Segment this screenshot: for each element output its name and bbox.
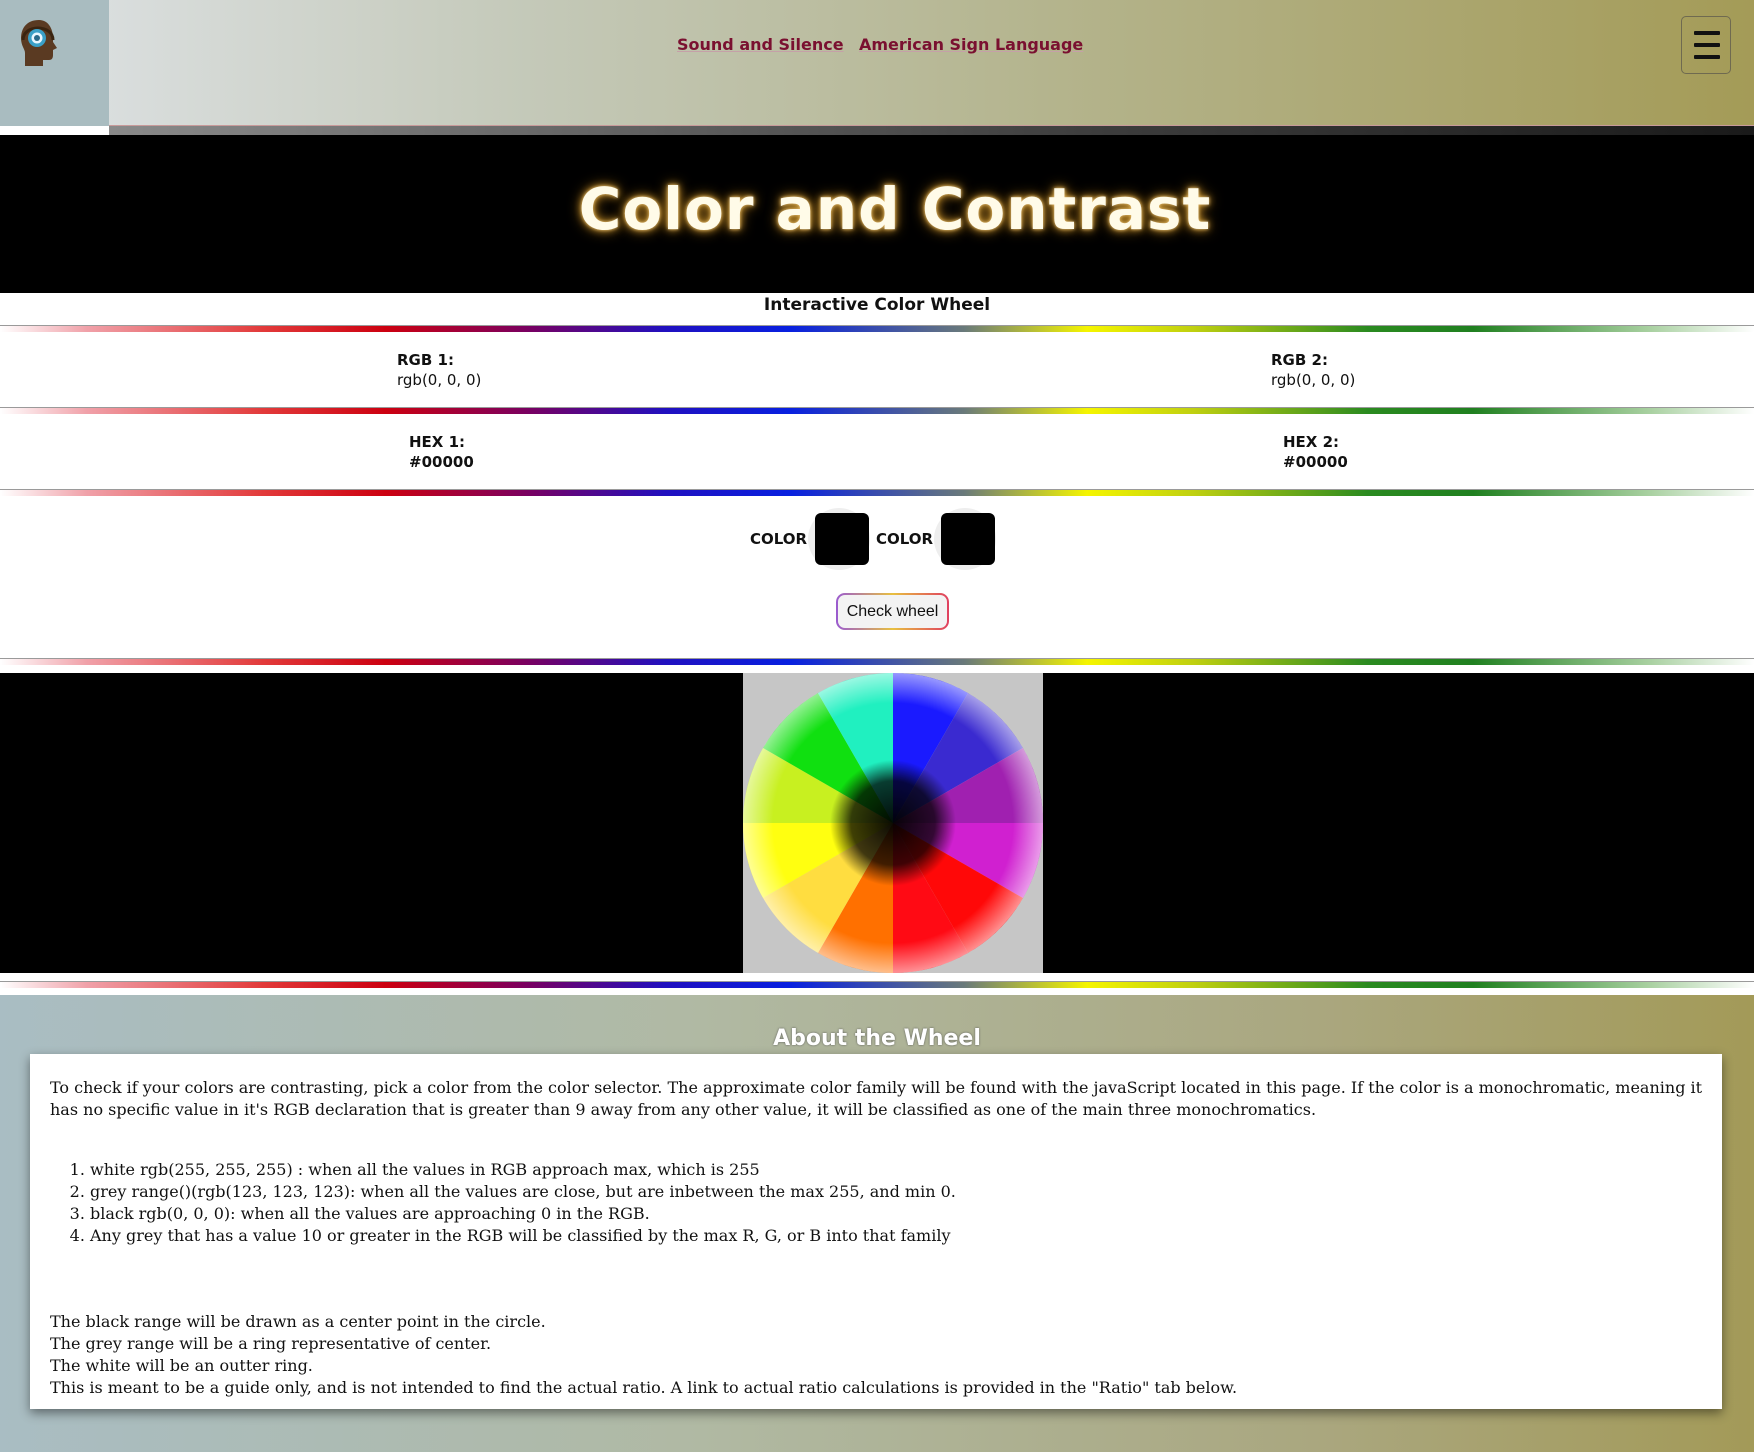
hex-1-label: HEX 1: — [409, 433, 466, 451]
rainbow-divider — [0, 658, 1754, 665]
page-title: Color and Contrast — [578, 175, 1212, 243]
rainbow-divider — [0, 981, 1754, 988]
color-2-swatch — [941, 513, 995, 565]
list-item: white rgb(255, 255, 255) : when all the … — [90, 1159, 956, 1181]
about-line: The white will be an outter ring. — [50, 1356, 313, 1375]
hamburger-menu-button[interactable] — [1681, 16, 1731, 74]
site-header — [0, 0, 1754, 126]
rainbow-divider — [0, 489, 1754, 496]
hex-2-readout: HEX 2: #00000 — [1283, 432, 1348, 472]
color-1-picker[interactable] — [808, 508, 870, 570]
rgb-2-label: RGB 2: — [1271, 351, 1328, 369]
list-item: grey range()(rgb(123, 123, 123): when al… — [90, 1181, 956, 1203]
color-2-label: COLOR — [876, 530, 934, 548]
hex-2-label: HEX 2: — [1283, 433, 1340, 451]
about-card: To check if your colors are contrasting,… — [30, 1054, 1722, 1409]
section-subtitle: Interactive Color Wheel — [763, 295, 991, 315]
rgb-2-readout: RGB 2: rgb(0, 0, 0) — [1271, 350, 1355, 390]
about-line: This is meant to be a guide only, and is… — [50, 1378, 1238, 1397]
monochromatic-list: white rgb(255, 255, 255) : when all the … — [50, 1159, 956, 1247]
hamburger-menu-icon-bar — [1694, 43, 1720, 47]
list-item: Any grey that has a value 10 or greater … — [90, 1225, 956, 1247]
headphones-head-logo-icon — [21, 20, 57, 66]
nav-link-sound-and-silence[interactable]: Sound and Silence — [677, 35, 844, 54]
hex-2-value: #00000 — [1283, 453, 1348, 471]
hex-1-value: #00000 — [409, 453, 474, 471]
about-line: The black range will be drawn as a cente… — [50, 1312, 546, 1331]
hamburger-menu-icon — [1694, 31, 1720, 35]
logo[interactable] — [0, 0, 109, 126]
about-line: The grey range will be a ring representa… — [50, 1334, 492, 1353]
title-banner: Color and Contrast — [0, 135, 1754, 293]
hex-1-readout: HEX 1: #00000 — [409, 432, 474, 472]
list-item: black rgb(0, 0, 0): when all the values … — [90, 1203, 956, 1225]
color-wheel — [743, 673, 1043, 973]
header-shadow-strip — [109, 126, 1754, 135]
rainbow-divider — [0, 407, 1754, 414]
color-1-swatch — [815, 513, 869, 565]
check-wheel-button[interactable]: Check wheel — [836, 593, 949, 630]
about-title: About the Wheel — [773, 1026, 981, 1051]
hamburger-menu-icon-bar — [1694, 55, 1720, 59]
rainbow-divider — [0, 325, 1754, 332]
black-center-point — [743, 673, 1043, 973]
rgb-1-readout: RGB 1: rgb(0, 0, 0) — [397, 350, 481, 390]
color-wheel-canvas[interactable] — [743, 673, 1043, 973]
rgb-1-label: RGB 1: — [397, 351, 454, 369]
rgb-1-value: rgb(0, 0, 0) — [397, 371, 482, 389]
color-2-picker[interactable] — [934, 508, 996, 570]
nav-link-american-sign-language[interactable]: American Sign Language — [859, 35, 1083, 54]
color-1-label: COLOR — [750, 530, 808, 548]
about-intro: To check if your colors are contrasting,… — [50, 1078, 1703, 1119]
rgb-2-value: rgb(0, 0, 0) — [1271, 371, 1356, 389]
